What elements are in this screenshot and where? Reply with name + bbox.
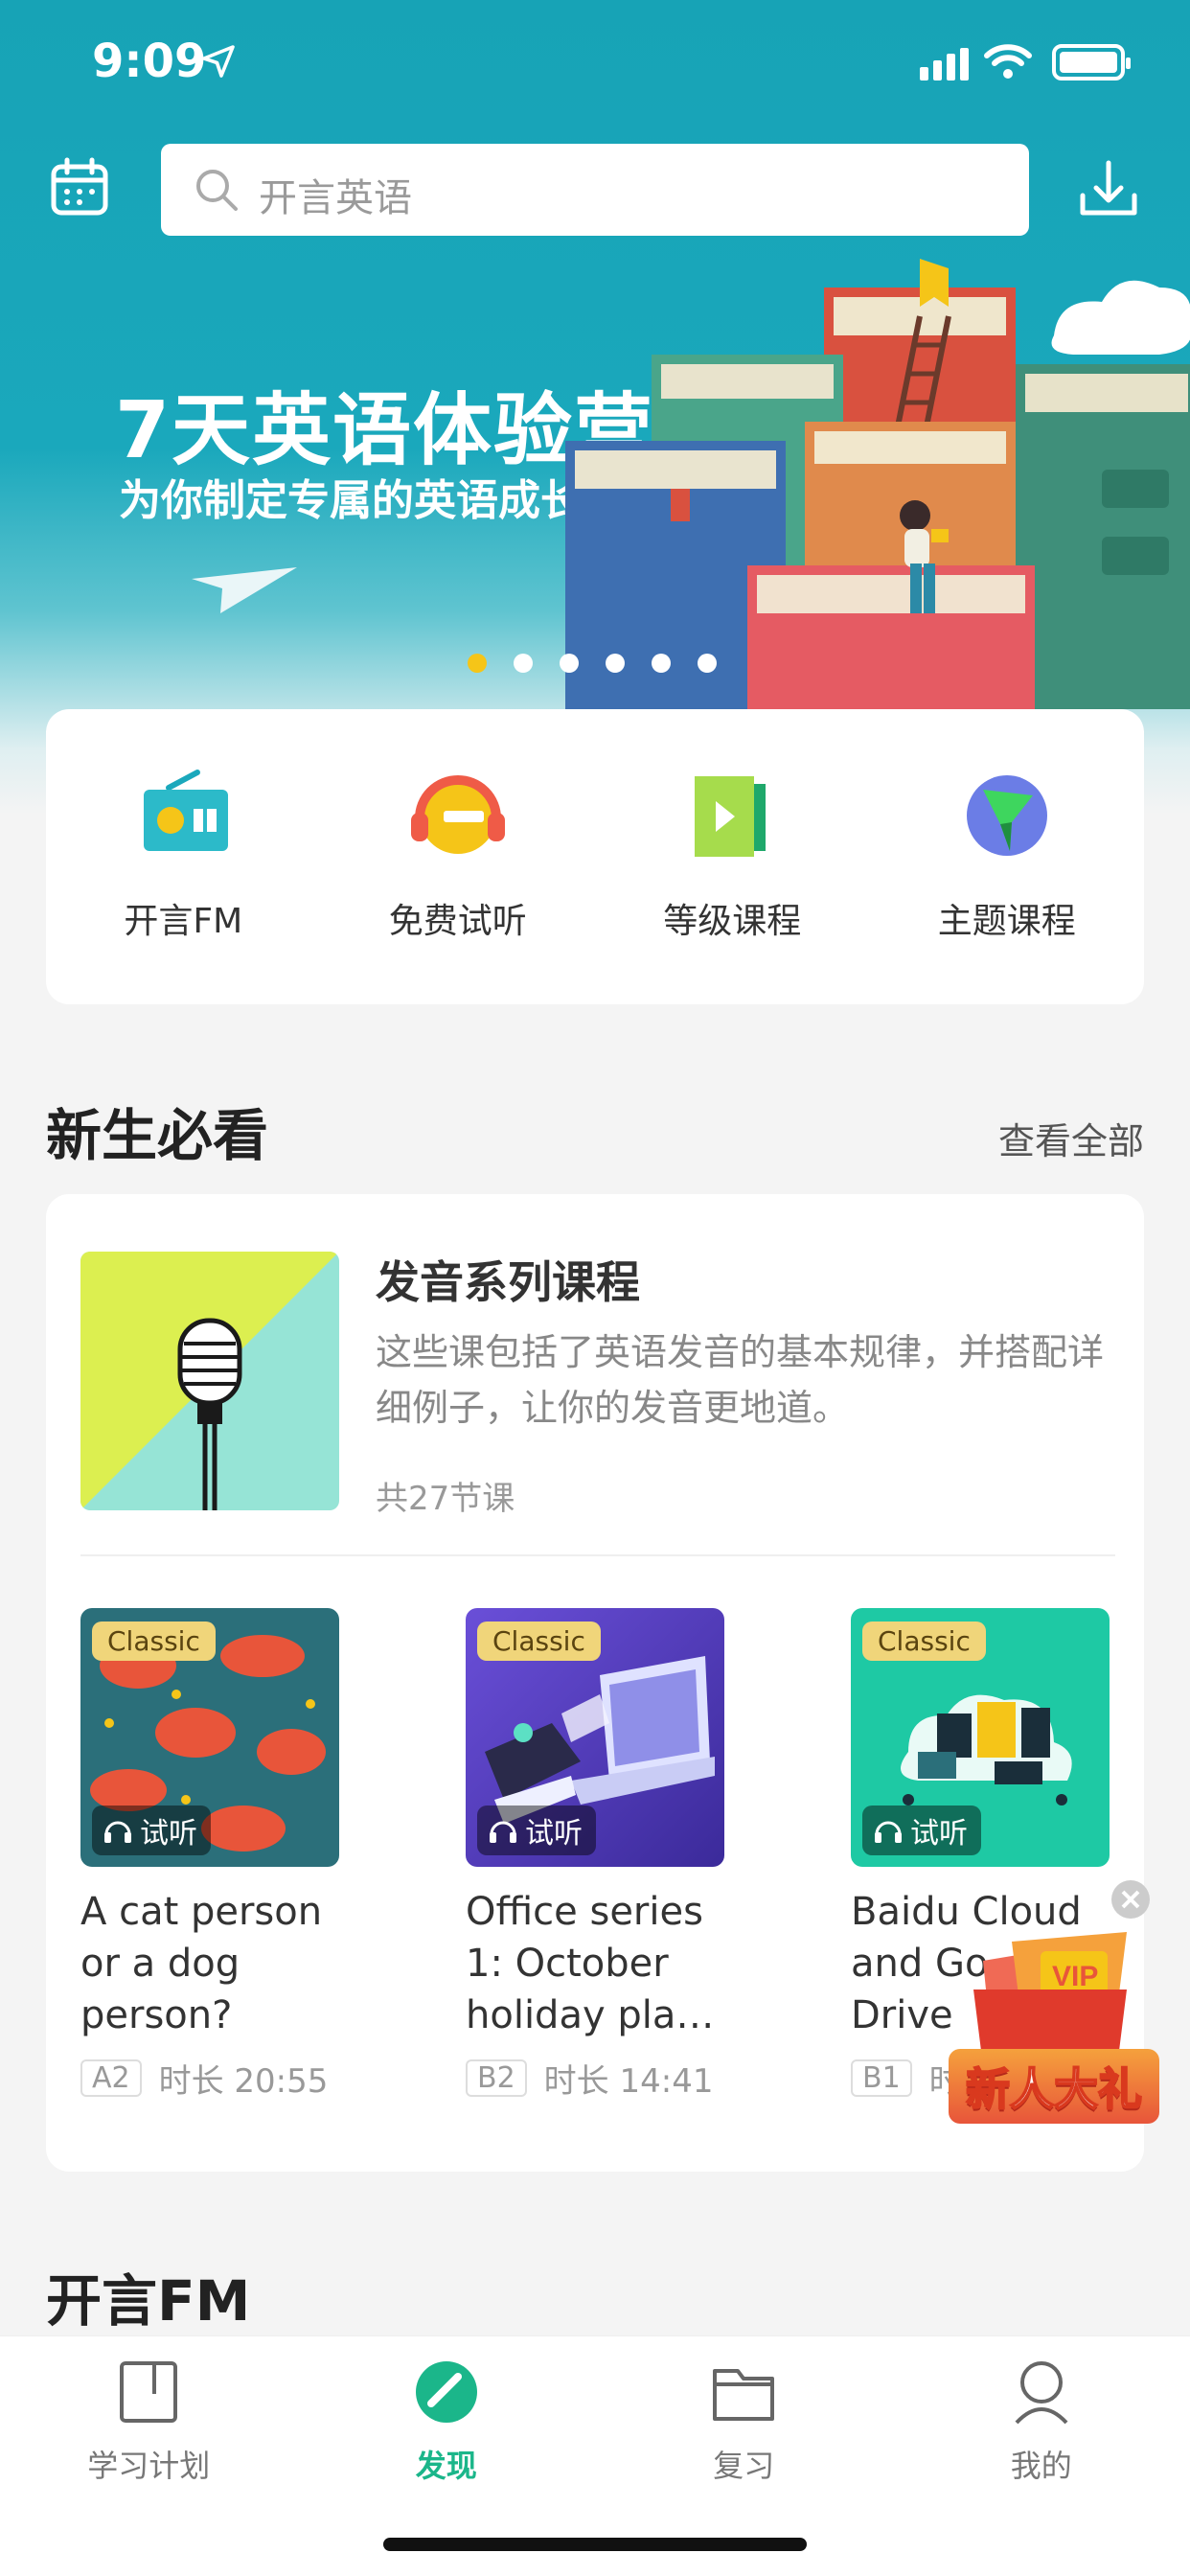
pagination-dot[interactable] (698, 654, 717, 673)
tab-label: 复习 (713, 2448, 775, 2484)
search-input[interactable]: 开言英语 (161, 144, 1029, 236)
course-meta: A2 时长 20:55 (80, 2055, 339, 2102)
tab-me[interactable]: 我的 (893, 2336, 1190, 2576)
radio-icon (144, 770, 229, 851)
tab-label: 学习计划 (87, 2448, 211, 2484)
course-thumbnail: Classic 试听 (851, 1608, 1110, 1867)
trial-tag[interactable]: 试听 (477, 1806, 596, 1855)
user-icon (1015, 2361, 1068, 2425)
headphones-icon (875, 1821, 902, 1843)
headphones-icon (410, 775, 505, 854)
tab-label: 发现 (415, 2448, 477, 2484)
close-icon[interactable] (1110, 1878, 1152, 1920)
quick-item-label: 免费试听 (388, 902, 527, 941)
course-title: Office series 1: October holiday pla… (466, 1890, 715, 2037)
view-all-link[interactable]: 查看全部 (998, 1112, 1144, 1164)
headphones-icon (490, 1821, 516, 1843)
quick-item-label: 开言FM (124, 902, 243, 941)
course-thumbnail: Classic 试听 (466, 1608, 724, 1867)
globe-icon (966, 775, 1047, 856)
quick-item-fm[interactable]: 开言FM (46, 709, 321, 1004)
pagination-dot[interactable] (514, 654, 533, 673)
classic-badge: Classic (477, 1622, 601, 1661)
gift-label: 新人大礼 (949, 2049, 1159, 2124)
course-card-office-series[interactable]: Classic 试听 Office series 1: October holi… (466, 1608, 724, 2102)
quick-item-topic-courses[interactable]: 主题课程 (870, 709, 1145, 1004)
level-badge: A2 (80, 2059, 142, 2097)
download-icon[interactable] (1077, 157, 1140, 220)
course-duration: 时长 20:55 (158, 2062, 329, 2101)
quick-entry-card: 开言FM 免费试听 等级课程 主题课程 (46, 709, 1144, 1004)
new-user-gift-promo[interactable]: VIP 新人大礼 (949, 1878, 1159, 2128)
level-badge: B1 (851, 2059, 912, 2097)
quick-item-level-courses[interactable]: 等级课程 (595, 709, 870, 1004)
section-title: 新生必看 (46, 1103, 269, 1168)
divider (80, 1554, 1115, 1556)
pagination-dot[interactable] (560, 654, 579, 673)
course-title: A cat person or a dog person? (80, 1890, 323, 2037)
course-duration: 时长 14:41 (543, 2062, 714, 2101)
paper-plane-icon (192, 567, 297, 613)
search-icon (196, 170, 238, 211)
tab-label: 我的 (1010, 2448, 1072, 2484)
wifi-icon (984, 44, 1032, 79)
trial-label: 试听 (525, 1817, 583, 1851)
fm-section-title: 开言FM (46, 2268, 251, 2334)
trial-tag[interactable]: 试听 (862, 1806, 981, 1855)
featured-title: 发音系列课程 (376, 1256, 640, 1308)
tab-study-plan[interactable]: 学习计划 (0, 2336, 298, 2576)
home-indicator[interactable] (383, 2538, 807, 2551)
hero-banner[interactable]: 9:09 开言英语 7天英语体验营 为你制定专属的英语成长计划 (0, 0, 1190, 815)
pagination-dot[interactable] (468, 654, 487, 673)
location-arrow-icon (202, 45, 235, 78)
featured-description: 这些课包括了英语发音的基本规律，并搭配详细例子，让你的发音更地道。 (376, 1331, 1105, 1429)
featured-lesson-count: 共27节课 (376, 1480, 515, 1518)
trial-label: 试听 (140, 1817, 197, 1851)
video-icon (695, 776, 767, 857)
folder-icon (713, 2369, 775, 2421)
trial-tag[interactable]: 试听 (92, 1806, 211, 1855)
notebook-icon (120, 2361, 178, 2423)
banner-pagination[interactable] (468, 654, 717, 673)
status-bar: 9:09 (0, 0, 1190, 125)
status-time: 9:09 (92, 34, 207, 88)
signal-icon (920, 48, 969, 80)
level-badge: B2 (466, 2059, 527, 2097)
course-thumbnail: Classic 试听 (80, 1608, 339, 1867)
classic-badge: Classic (92, 1622, 216, 1661)
trial-label: 试听 (910, 1817, 968, 1851)
search-placeholder: 开言英语 (259, 176, 412, 220)
calendar-icon[interactable] (50, 157, 109, 217)
quick-item-free-trial[interactable]: 免费试听 (321, 709, 596, 1004)
pagination-dot[interactable] (652, 654, 671, 673)
classic-badge: Classic (862, 1622, 986, 1661)
course-card-cat-dog[interactable]: Classic 试听 A cat person or a dog person?… (80, 1608, 339, 2102)
gift-box-icon: VIP (973, 1932, 1127, 2066)
books-illustration (565, 259, 1190, 709)
microphone-thumbnail (80, 1252, 339, 1510)
headphones-icon (104, 1821, 131, 1843)
course-meta: B2 时长 14:41 (466, 2055, 724, 2102)
compass-icon (415, 2361, 477, 2423)
quick-item-label: 等级课程 (663, 902, 802, 941)
pagination-dot[interactable] (606, 654, 625, 673)
quick-item-label: 主题课程 (937, 902, 1076, 941)
vip-label: VIP (1052, 1961, 1098, 1992)
battery-icon (1052, 44, 1131, 80)
